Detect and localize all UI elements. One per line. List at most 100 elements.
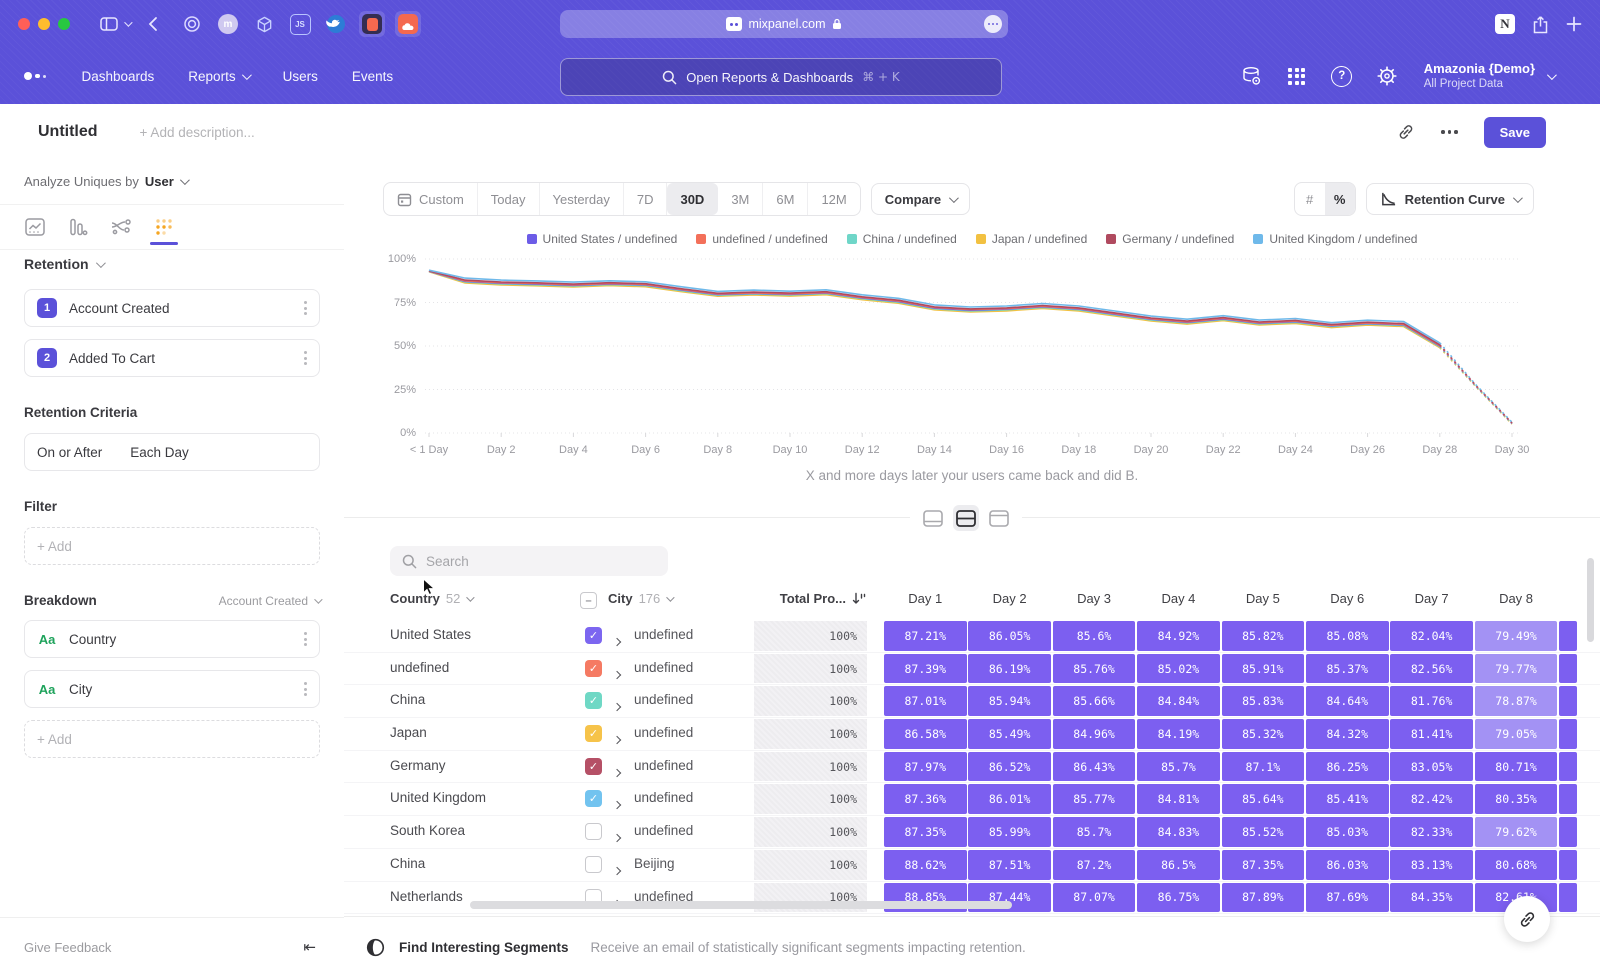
add-description-button[interactable]: + Add description... <box>140 125 255 140</box>
expand-row-icon[interactable] <box>614 730 620 748</box>
column-city-header[interactable]: City176 <box>608 591 672 606</box>
expand-row-icon[interactable] <box>614 632 620 650</box>
window-zoom-button[interactable] <box>58 18 70 30</box>
back-icon[interactable] <box>148 16 158 32</box>
retention-value-cell[interactable]: 86.01% <box>968 784 1051 814</box>
table-row[interactable]: Japan✓undefined100%86.58%85.49%84.96%84.… <box>344 718 1600 751</box>
retention-value-cell[interactable]: 79.77% <box>1475 654 1558 684</box>
retention-value-cell[interactable]: 83.05% <box>1390 752 1473 782</box>
retention-value-cell[interactable]: 85.6% <box>1053 621 1136 651</box>
retention-value-cell[interactable]: 86.05% <box>968 621 1051 651</box>
chart-type-selector[interactable]: Retention Curve <box>1366 183 1534 215</box>
settings-gear-icon[interactable] <box>1376 65 1398 87</box>
retention-chart[interactable] <box>425 255 1520 437</box>
nav-item-reports[interactable]: Reports <box>188 69 248 84</box>
table-row[interactable]: undefined✓undefined100%87.39%86.19%85.76… <box>344 653 1600 686</box>
legend-item[interactable]: China / undefined <box>847 232 957 246</box>
column-total-header[interactable]: Total Pro... <box>754 591 867 606</box>
retention-value-cell[interactable]: 82.42% <box>1390 784 1473 814</box>
retention-value-cell[interactable]: 82.56% <box>1390 654 1473 684</box>
project-switcher[interactable]: Amazonia {Demo} All Project Data <box>1424 61 1535 92</box>
retention-value-cell[interactable]: 85.37% <box>1306 654 1389 684</box>
retention-value-cell[interactable]: 85.82% <box>1222 621 1305 651</box>
retention-value-cell[interactable]: 85.77% <box>1053 784 1136 814</box>
legend-item[interactable]: United Kingdom / undefined <box>1253 232 1417 246</box>
legend-item[interactable]: Japan / undefined <box>976 232 1087 246</box>
browser-extension-cloud-icon[interactable] <box>395 11 421 37</box>
retention-value-cell[interactable]: 81.76% <box>1390 686 1473 716</box>
retention-value-cell[interactable]: 87.51% <box>968 850 1051 880</box>
breakdown-menu-icon[interactable] <box>304 682 307 696</box>
retention-value-cell[interactable]: 79.62% <box>1475 817 1558 847</box>
tab-funnels[interactable] <box>67 210 89 244</box>
expand-row-icon[interactable] <box>614 697 620 715</box>
retention-value-cell[interactable]: 85.32% <box>1222 719 1305 749</box>
more-options-icon[interactable] <box>1441 130 1458 134</box>
browser-extension-target-icon[interactable] <box>179 11 205 37</box>
browser-extension-dark-icon[interactable] <box>359 11 385 37</box>
retention-value-cell[interactable]: 87.39% <box>884 654 967 684</box>
retention-value-cell[interactable]: 85.49% <box>968 719 1051 749</box>
help-icon[interactable]: ? <box>1331 65 1353 87</box>
mixpanel-logo[interactable] <box>24 72 46 80</box>
expand-row-icon[interactable] <box>614 795 620 813</box>
retention-step-1[interactable]: 1 Account Created <box>24 289 320 327</box>
share-icon[interactable] <box>1532 15 1549 34</box>
expand-row-icon[interactable] <box>614 828 620 846</box>
analyze-uniques-value[interactable]: User <box>145 174 174 189</box>
retention-step-2[interactable]: 2 Added To Cart <box>24 339 320 377</box>
column-day-header[interactable]: Day 3 <box>1053 591 1136 606</box>
retention-value-cell[interactable]: 85.76% <box>1053 654 1136 684</box>
retention-value-cell[interactable]: 87.2% <box>1053 850 1136 880</box>
save-button[interactable]: Save <box>1484 117 1546 148</box>
retention-value-cell[interactable]: 86.5% <box>1137 850 1220 880</box>
browser-extension-m-icon[interactable]: m <box>215 11 241 37</box>
breakdown-menu-icon[interactable] <box>304 632 307 646</box>
retention-value-cell[interactable]: 84.81% <box>1137 784 1220 814</box>
retention-value-cell[interactable]: 87.01% <box>884 686 967 716</box>
notion-extension-icon[interactable]: N <box>1495 14 1515 34</box>
series-checkbox[interactable]: ✓ <box>585 660 602 677</box>
retention-value-cell[interactable]: 86.52% <box>968 752 1051 782</box>
series-checkbox[interactable] <box>585 823 602 840</box>
tab-overview-chevron-icon[interactable] <box>124 21 130 27</box>
retention-value-cell[interactable]: 85.99% <box>968 817 1051 847</box>
column-day-header[interactable]: Day 4 <box>1137 591 1220 606</box>
unit-number-button[interactable]: # <box>1295 183 1325 215</box>
sidebar-toggle-icon[interactable] <box>100 17 118 31</box>
browser-extension-js-icon[interactable]: JS <box>287 11 313 37</box>
window-minimize-button[interactable] <box>38 18 50 30</box>
browser-extension-cube-icon[interactable] <box>251 11 277 37</box>
series-checkbox[interactable]: ✓ <box>585 758 602 775</box>
address-more-icon[interactable] <box>984 15 1002 33</box>
legend-item[interactable]: Germany / undefined <box>1106 232 1234 246</box>
step-menu-icon[interactable] <box>304 301 307 315</box>
retention-value-cell[interactable]: 84.64% <box>1306 686 1389 716</box>
compare-button[interactable]: Compare <box>871 183 970 215</box>
collapse-sidebar-icon[interactable]: ⇤ <box>303 938 316 956</box>
range-button-30d[interactable]: 30D <box>667 183 718 215</box>
retention-value-cell[interactable]: 87.97% <box>884 752 967 782</box>
retention-value-cell[interactable]: 87.36% <box>884 784 967 814</box>
layout-split-icon[interactable] <box>953 505 979 531</box>
retention-value-cell[interactable]: 84.83% <box>1137 817 1220 847</box>
range-button-7d[interactable]: 7D <box>624 183 668 215</box>
column-day-header[interactable]: Day 7 <box>1390 591 1473 606</box>
table-search-input[interactable]: Search <box>390 546 668 576</box>
range-button-yesterday[interactable]: Yesterday <box>540 183 624 215</box>
data-management-icon[interactable] <box>1241 65 1263 87</box>
give-feedback-link[interactable]: Give Feedback <box>24 940 303 955</box>
series-checkbox[interactable]: ✓ <box>585 790 602 807</box>
table-row[interactable]: Germany✓undefined100%87.97%86.52%86.43%8… <box>344 751 1600 784</box>
layout-chart-only-icon[interactable] <box>920 505 946 531</box>
expand-row-icon[interactable] <box>614 861 620 879</box>
retention-value-cell[interactable]: 84.92% <box>1137 621 1220 651</box>
table-row[interactable]: ChinaBeijing100%88.62%87.51%87.2%86.5%87… <box>344 849 1600 882</box>
table-row[interactable]: United States✓undefined100%87.21%86.05%8… <box>344 620 1600 653</box>
retention-value-cell[interactable]: 87.07% <box>1053 883 1136 913</box>
retention-value-cell[interactable]: 85.91% <box>1222 654 1305 684</box>
nav-item-dashboards[interactable]: Dashboards <box>82 69 155 84</box>
retention-value-cell[interactable]: 85.41% <box>1306 784 1389 814</box>
range-button-today[interactable]: Today <box>478 183 540 215</box>
table-row[interactable]: China✓undefined100%87.01%85.94%85.66%84.… <box>344 685 1600 718</box>
